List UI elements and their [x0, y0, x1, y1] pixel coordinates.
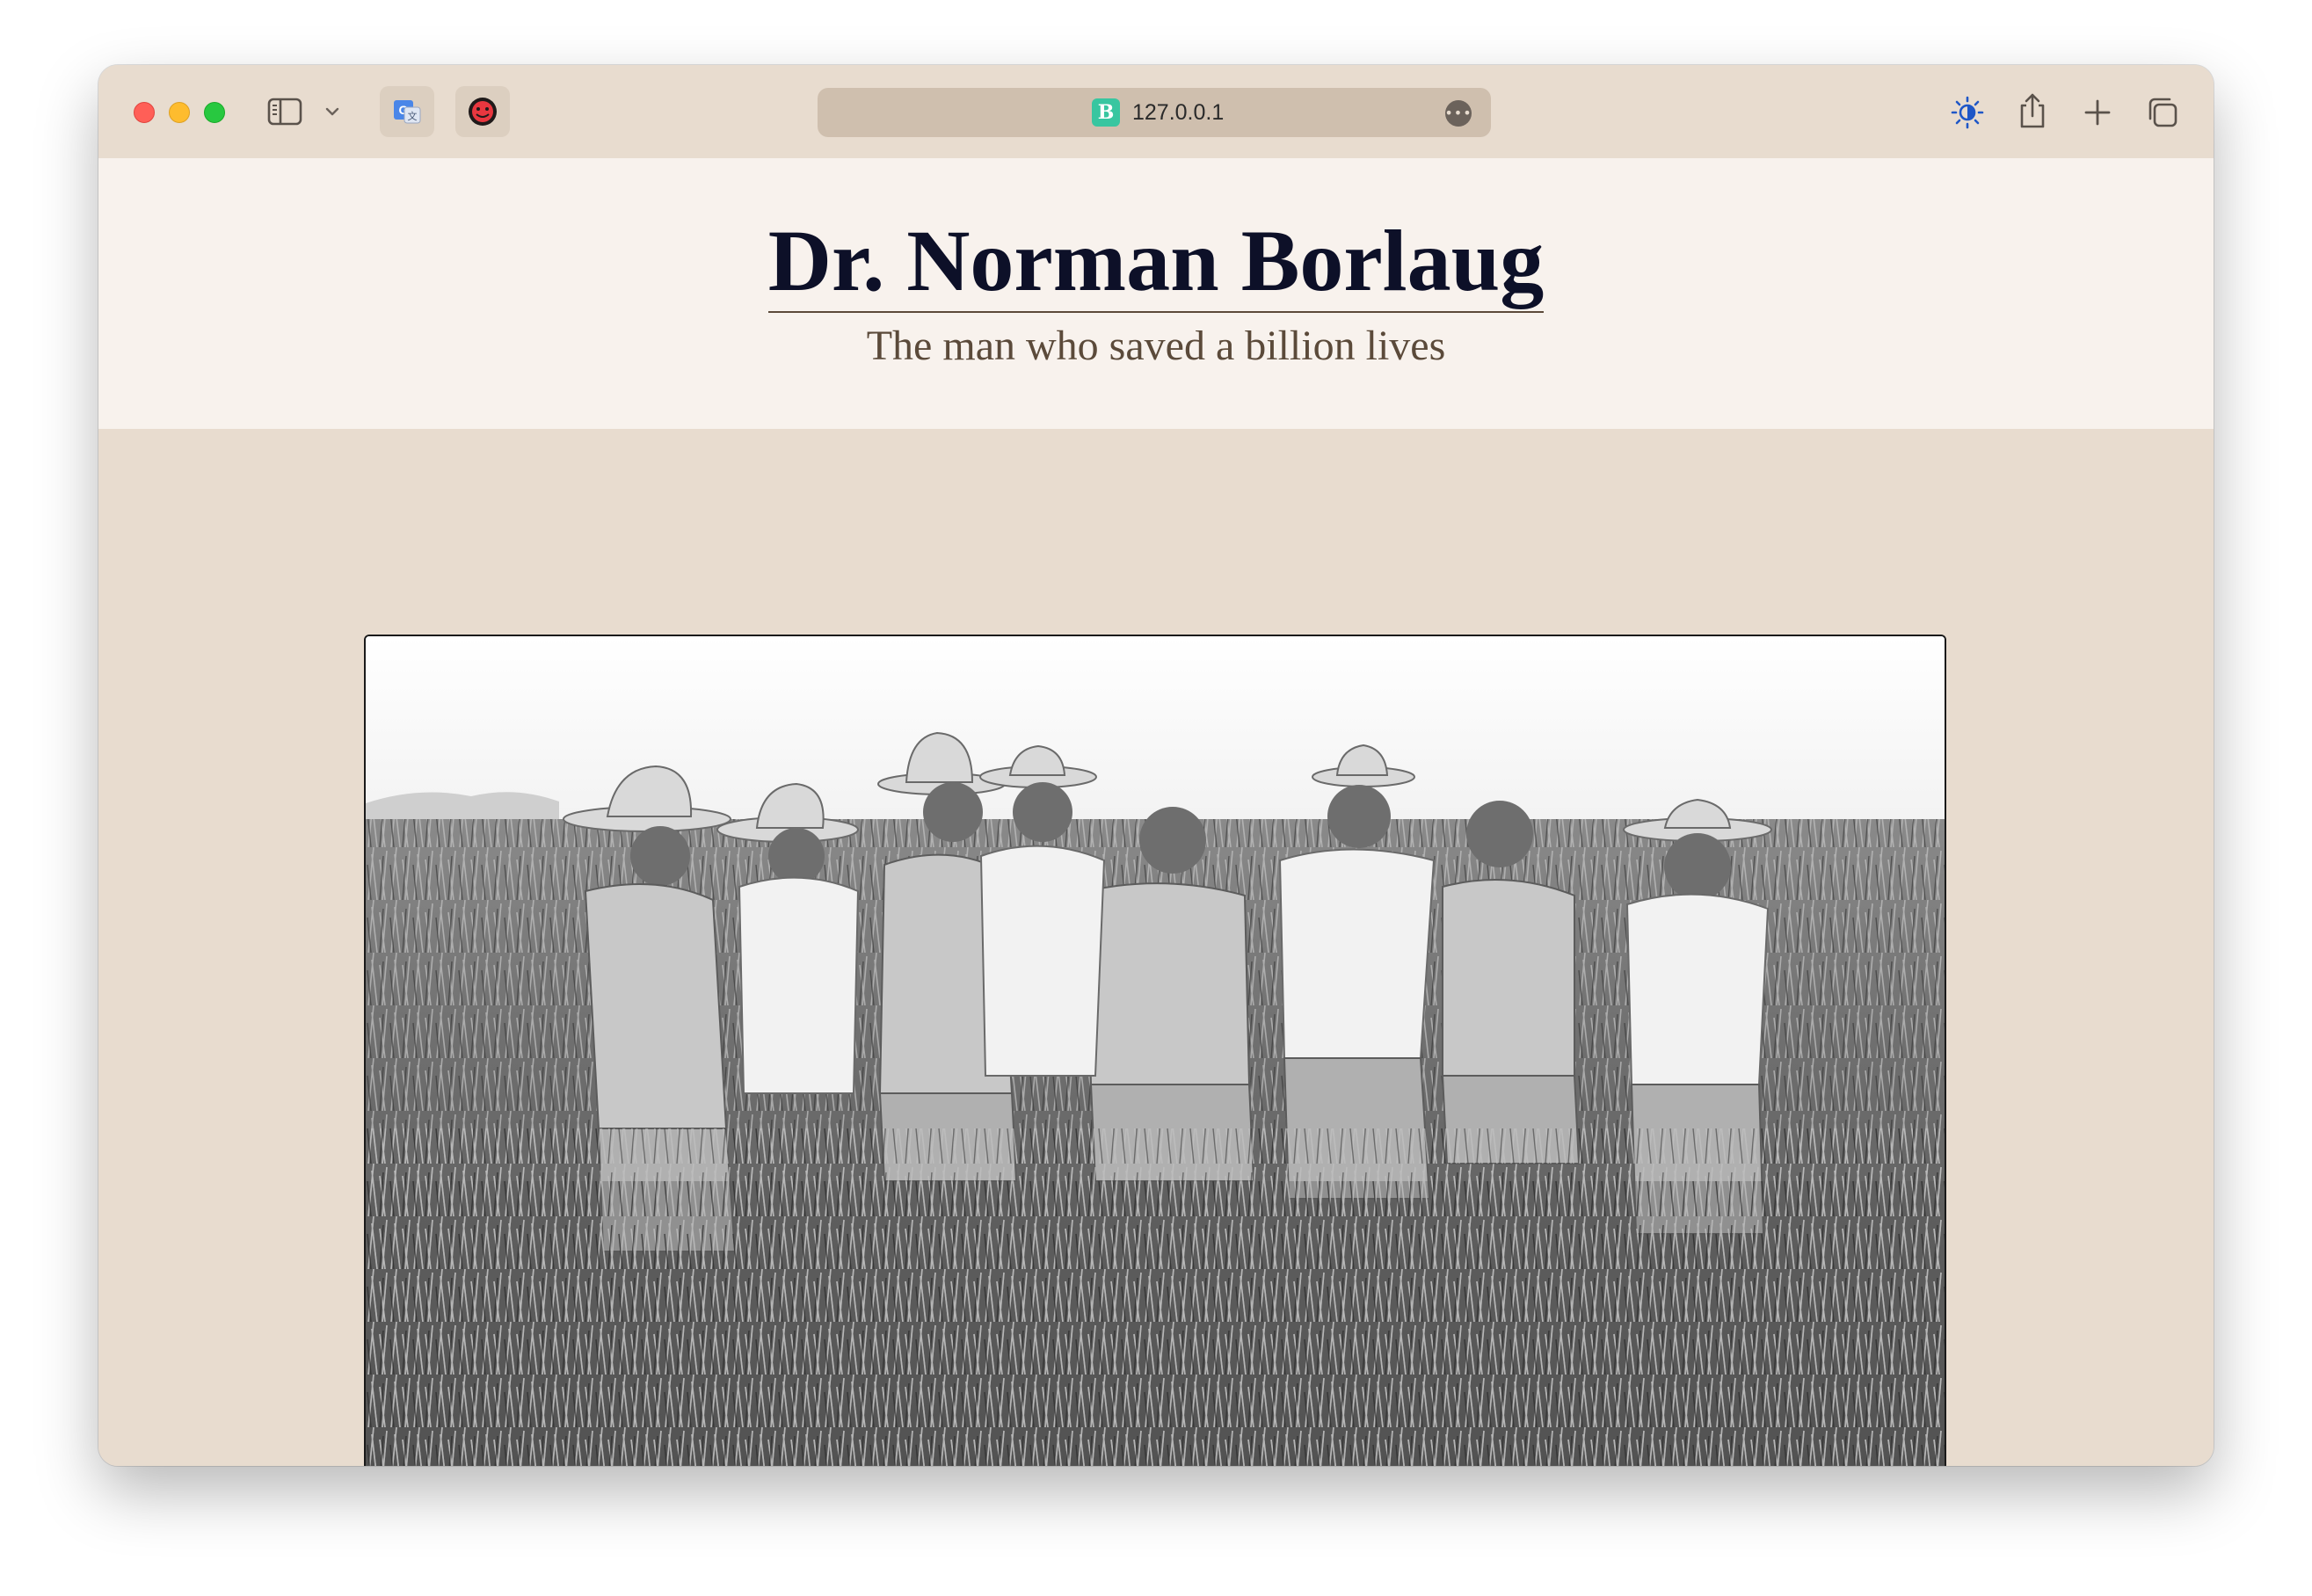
- share-icon[interactable]: [2013, 90, 2052, 132]
- plus-icon[interactable]: [2078, 93, 2117, 132]
- brightness-icon[interactable]: [1948, 93, 1987, 132]
- maximize-window-button[interactable]: [204, 102, 225, 123]
- site-favicon: B: [1092, 98, 1120, 127]
- url-text[interactable]: 127.0.0.1: [1132, 98, 1224, 127]
- svg-text:文: 文: [408, 110, 418, 122]
- page-header: Dr. Norman Borlaug The man who saved a b…: [98, 158, 2214, 429]
- translate-extension-button[interactable]: G 文: [380, 86, 434, 137]
- chevron-down-icon[interactable]: [322, 100, 343, 123]
- wheat-field-group-photo: [366, 636, 1945, 1466]
- sidebar-icon[interactable]: [267, 97, 302, 127]
- ellipsis-icon[interactable]: •••: [1444, 100, 1472, 127]
- translate-icon: G 文: [394, 100, 421, 124]
- browser-toolbar: G 文 B 127.0.0.1 •••: [98, 65, 2214, 159]
- page-content: Dr. Norman Borlaug The man who saved a b…: [98, 158, 2214, 1466]
- face-extension-button[interactable]: [455, 86, 510, 137]
- face-icon: [469, 98, 497, 126]
- hero-photo: [364, 635, 1946, 1466]
- address-bar[interactable]: B 127.0.0.1 •••: [818, 88, 1491, 137]
- page-subtitle: The man who saved a billion lives: [866, 323, 1446, 369]
- close-window-button[interactable]: [134, 102, 155, 123]
- page-title-text[interactable]: Dr. Norman Borlaug: [767, 212, 1545, 313]
- browser-window: G 文 B 127.0.0.1 ••• Dr. Norman Borlaug T…: [98, 65, 2214, 1466]
- tabs-icon[interactable]: [2143, 93, 2182, 132]
- minimize-window-button[interactable]: [169, 102, 190, 123]
- page-title[interactable]: Dr. Norman Borlaug: [98, 212, 2214, 313]
